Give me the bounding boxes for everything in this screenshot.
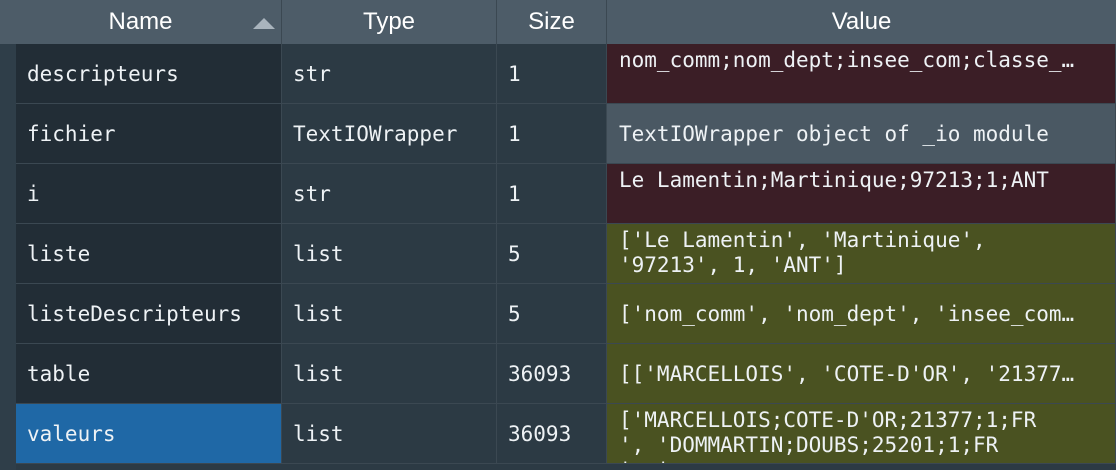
cell-size: 1 <box>497 104 607 164</box>
cell-value-text: ['Le Lamentin', 'Martinique', '97213', 1… <box>619 228 986 277</box>
table-row[interactable]: liste list 5 ['Le Lamentin', 'Martinique… <box>16 224 1116 284</box>
cell-value-text: Le Lamentin;Martinique;97213;1;ANT <box>619 168 1049 192</box>
cell-type: TextIOWrapper <box>282 104 497 164</box>
table-row[interactable]: descripteurs str 1 nom_comm;nom_dept;ins… <box>16 44 1116 104</box>
cell-value[interactable]: [['MARCELLOIS', 'COTE-D'OR', '21377… <box>607 344 1116 404</box>
sort-ascending-icon[interactable] <box>253 18 275 29</box>
table-row[interactable]: i str 1 Le Lamentin;Martinique;97213;1;A… <box>16 164 1116 224</box>
column-header-value[interactable]: Value <box>607 0 1116 44</box>
cell-name: i <box>16 164 282 224</box>
cell-name: listeDescripteurs <box>16 284 282 344</box>
cell-size: 1 <box>497 164 607 224</box>
column-header-size[interactable]: Size <box>497 0 607 44</box>
table-row[interactable]: valeurs list 36093 ['MARCELLOIS;COTE-D'O… <box>16 404 1116 464</box>
cell-name: descripteurs <box>16 44 282 104</box>
cell-value[interactable]: ['nom_comm', 'nom_dept', 'insee_com… <box>607 284 1116 344</box>
cell-name: table <box>16 344 282 404</box>
cell-value[interactable]: Le Lamentin;Martinique;97213;1;ANT <box>607 164 1116 224</box>
column-header-type-label: Type <box>362 8 416 35</box>
table-row[interactable]: listeDescripteurs list 5 ['nom_comm', 'n… <box>16 284 1116 344</box>
table-row[interactable]: fichier TextIOWrapper 1 TextIOWrapper ob… <box>16 104 1116 164</box>
cell-value-text: nom_comm;nom_dept;insee_com;classe_… <box>619 48 1075 72</box>
cell-value[interactable]: TextIOWrapper object of _io module <box>607 104 1116 164</box>
cell-type: list <box>282 404 497 464</box>
cell-type: list <box>282 344 497 404</box>
cell-type: str <box>282 164 497 224</box>
cell-value-text: ['MARCELLOIS;COTE-D'OR;21377;1;FR ', 'DO… <box>619 408 1037 463</box>
cell-type: str <box>282 44 497 104</box>
cell-value-text: TextIOWrapper object of _io module <box>619 121 1049 146</box>
table-row[interactable]: table list 36093 [['MARCELLOIS', 'COTE-D… <box>16 344 1116 404</box>
table-header: Name Type Size Value <box>0 0 1116 44</box>
variable-explorer-table: Name Type Size Value descripteurs str 1 … <box>0 0 1116 470</box>
row-gutter <box>0 44 16 470</box>
cell-size: 5 <box>497 284 607 344</box>
cell-size: 36093 <box>497 404 607 464</box>
cell-size: 5 <box>497 224 607 284</box>
cell-type: list <box>282 224 497 284</box>
cell-value[interactable]: nom_comm;nom_dept;insee_com;classe_… <box>607 44 1116 104</box>
column-header-name-label: Name <box>108 8 173 35</box>
column-header-type[interactable]: Type <box>282 0 497 44</box>
cell-size: 1 <box>497 44 607 104</box>
column-header-name[interactable]: Name <box>0 0 282 44</box>
cell-value-text: ['nom_comm', 'nom_dept', 'insee_com… <box>619 301 1075 326</box>
cell-type: list <box>282 284 497 344</box>
cell-size: 36093 <box>497 344 607 404</box>
column-header-size-label: Size <box>528 8 575 35</box>
cell-name: fichier <box>16 104 282 164</box>
cell-value[interactable]: ['Le Lamentin', 'Martinique', '97213', 1… <box>607 224 1116 284</box>
cell-value-text: [['MARCELLOIS', 'COTE-D'OR', '21377… <box>619 361 1075 386</box>
cell-name: liste <box>16 224 282 284</box>
cell-value[interactable]: ['MARCELLOIS;COTE-D'OR;21377;1;FR ', 'DO… <box>607 404 1116 464</box>
column-header-value-label: Value <box>831 8 892 35</box>
cell-name: valeurs <box>16 404 282 464</box>
